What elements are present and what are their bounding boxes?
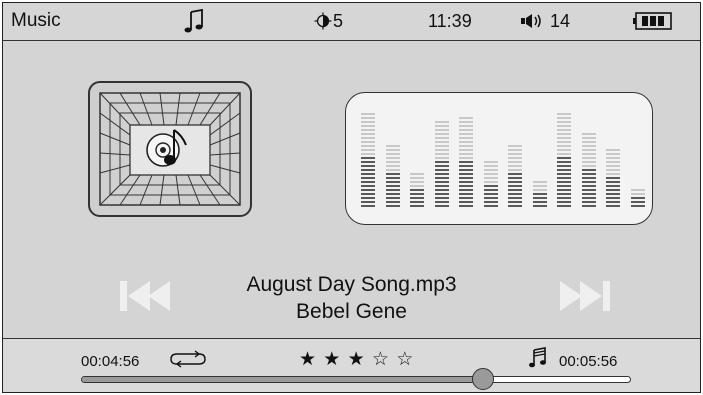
album-art	[88, 81, 252, 217]
equalizer-bar	[630, 187, 645, 207]
equalizer-bar-level	[508, 171, 522, 207]
equalizer-bar	[483, 161, 498, 207]
equalizer-visualizer	[345, 92, 653, 225]
equalizer-bar-level	[532, 191, 547, 207]
repeat-icon[interactable]	[169, 349, 207, 374]
progress-knob[interactable]	[471, 368, 494, 390]
equalizer-bar-level	[630, 195, 645, 207]
total-time: 00:05:56	[559, 353, 618, 370]
equalizer-bar	[385, 145, 400, 207]
battery-icon	[633, 12, 673, 35]
rating-stars[interactable]: ★ ★ ★ ☆ ☆	[299, 348, 414, 371]
brightness-level: 5	[333, 11, 344, 31]
music-note-icon	[183, 8, 205, 39]
equalizer-bar-level	[483, 183, 498, 207]
song-title: August Day Song.mp3	[246, 273, 457, 296]
equalizer-bar	[581, 131, 596, 207]
progress-fill	[82, 377, 484, 382]
speaker-icon	[521, 13, 549, 34]
equalizer-bar-level	[606, 175, 620, 207]
equalizer-bar-level	[581, 167, 596, 207]
equalizer-bar-level	[557, 155, 571, 207]
status-bar: Music 5 11:39 14	[3, 3, 700, 41]
brightness-icon	[314, 12, 332, 35]
artist-name: Bebel Gene	[296, 300, 407, 323]
equalizer-bar-level	[459, 159, 473, 207]
music-player-screen: Music 5 11:39 14 August Day Song.mp3 Beb…	[2, 2, 701, 393]
app-title: Music	[11, 10, 61, 31]
music-note-icon-small	[529, 347, 547, 374]
equalizer-bar	[410, 173, 424, 207]
equalizer-bar	[557, 111, 571, 207]
equalizer-bar	[459, 117, 473, 207]
playback-bar: 00:04:56 ★ ★ ★ ☆ ☆ 00:05:56	[3, 338, 700, 392]
equalizer-bar-level	[410, 187, 424, 207]
equalizer-bar	[606, 147, 620, 207]
clock-time: 11:39	[428, 11, 472, 31]
equalizer-bar-level	[385, 171, 400, 207]
volume-level: 14	[550, 11, 571, 31]
equalizer-bar	[532, 181, 547, 207]
equalizer-bar-level	[361, 155, 375, 207]
progress-track[interactable]	[81, 376, 631, 383]
equalizer-bar-level	[434, 159, 449, 207]
equalizer-bar	[361, 111, 375, 207]
equalizer-bar	[434, 119, 449, 207]
equalizer-bar	[508, 145, 522, 207]
elapsed-time: 00:04:56	[81, 353, 140, 370]
